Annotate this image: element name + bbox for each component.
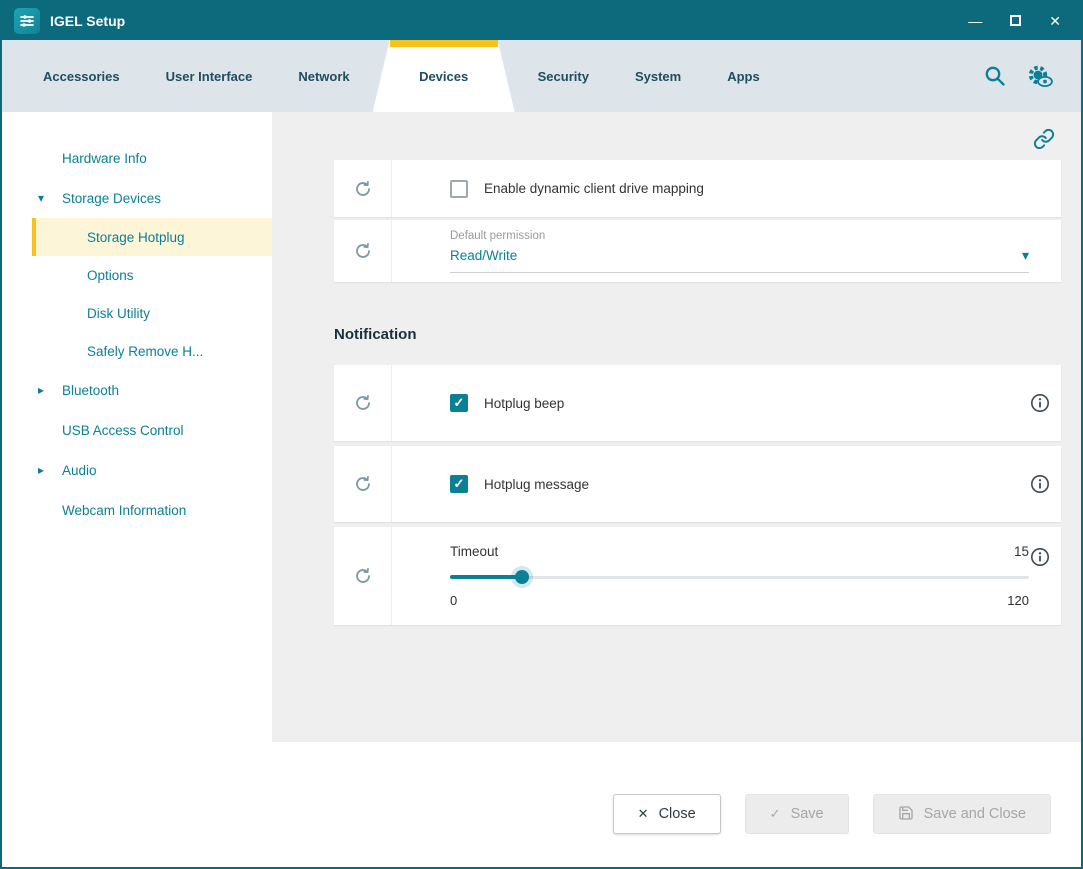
check-icon: ✓ xyxy=(454,395,465,411)
slider-fill xyxy=(450,575,522,579)
check-icon: ✓ xyxy=(770,806,781,822)
info-icon[interactable] xyxy=(1030,393,1050,413)
tab-user-interface[interactable]: User Interface xyxy=(143,40,276,112)
sidebar-item-label: USB Access Control xyxy=(62,423,184,438)
hotplug-message-label: Hotplug message xyxy=(484,477,589,492)
default-permission-value: Read/Write xyxy=(450,248,517,263)
hotplug-beep-checkbox[interactable]: ✓ xyxy=(450,394,468,412)
sidebar-item-webcam-information[interactable]: Webcam Information xyxy=(2,490,272,530)
tab-apps[interactable]: Apps xyxy=(704,40,783,112)
save-button-label: Save xyxy=(791,806,824,822)
tab-label: Network xyxy=(298,69,349,84)
tab-system[interactable]: System xyxy=(612,40,704,112)
igel-logo-icon xyxy=(14,8,40,34)
sidebar-navigation: Hardware Info ▾ Storage Devices Storage … xyxy=(2,112,272,867)
reset-parameter-button[interactable] xyxy=(334,365,392,441)
close-window-button[interactable]: ✕ xyxy=(1049,14,1061,28)
chevron-down-icon: ▾ xyxy=(1022,247,1029,264)
tab-bar: Accessories User Interface Network Devic… xyxy=(2,40,1081,112)
reset-parameter-button[interactable] xyxy=(334,160,392,217)
sidebar-item-usb-access-control[interactable]: USB Access Control xyxy=(2,410,272,450)
default-permission-row: Default permission Read/Write ▾ xyxy=(334,220,1061,282)
tab-security[interactable]: Security xyxy=(515,40,612,112)
search-icon[interactable] xyxy=(983,64,1007,88)
save-and-close-button-label: Save and Close xyxy=(924,806,1026,822)
hotplug-message-checkbox[interactable]: ✓ xyxy=(450,475,468,493)
sidebar-item-disk-utility[interactable]: Disk Utility xyxy=(2,294,272,332)
close-button[interactable]: ✕ Close xyxy=(613,794,721,834)
tab-network[interactable]: Network xyxy=(275,40,372,112)
sidebar-item-audio[interactable]: ▸ Audio xyxy=(2,450,272,490)
hotplug-message-row: ✓ Hotplug message xyxy=(334,446,1061,522)
tab-label: Accessories xyxy=(43,69,120,84)
sidebar-item-label: Disk Utility xyxy=(87,306,150,321)
slider-thumb[interactable] xyxy=(515,570,529,584)
tab-label: Security xyxy=(538,69,589,84)
window-controls: — ✕ xyxy=(968,14,1069,28)
sidebar-item-storage-hotplug[interactable]: Storage Hotplug xyxy=(32,218,272,256)
hotplug-beep-label: Hotplug beep xyxy=(484,396,564,411)
sidebar-item-label: Storage Devices xyxy=(62,191,161,206)
sidebar-item-label: Storage Hotplug xyxy=(87,230,185,245)
chevron-right-icon[interactable]: ▸ xyxy=(38,383,44,397)
close-button-label: Close xyxy=(659,806,696,822)
reset-parameter-button[interactable] xyxy=(334,220,392,282)
maximize-icon xyxy=(1010,15,1021,26)
sidebar-item-label: Audio xyxy=(62,463,97,478)
drive-mapping-row: Enable dynamic client drive mapping xyxy=(334,160,1061,217)
chevron-down-icon[interactable]: ▾ xyxy=(38,191,44,205)
default-permission-select[interactable]: Read/Write ▾ xyxy=(450,247,1029,273)
igel-setup-window: IGEL Setup — ✕ Accessories User Interfac… xyxy=(0,0,1083,869)
sidebar-item-label: Hardware Info xyxy=(62,151,147,166)
default-permission-label: Default permission xyxy=(450,230,1029,242)
timeout-value: 15 xyxy=(1014,544,1029,559)
footer-bar: ✕ Close ✓ Save Save and Close xyxy=(272,742,1081,867)
sidebar-item-storage-devices[interactable]: ▾ Storage Devices xyxy=(2,178,272,218)
timeout-row: Timeout 15 0 120 xyxy=(334,527,1061,625)
tab-label: Apps xyxy=(727,69,760,84)
save-button[interactable]: ✓ Save xyxy=(745,794,849,834)
tab-label: System xyxy=(635,69,681,84)
minimize-button[interactable]: — xyxy=(968,14,982,28)
info-icon[interactable] xyxy=(1030,474,1050,494)
floppy-disk-icon xyxy=(898,805,914,824)
notification-section-title: Notification xyxy=(334,326,1081,343)
reset-parameter-button[interactable] xyxy=(334,527,392,625)
sidebar-item-safely-remove[interactable]: Safely Remove H... xyxy=(2,332,272,370)
tab-label: User Interface xyxy=(166,69,253,84)
link-icon[interactable] xyxy=(1033,128,1055,156)
sidebar-item-label: Bluetooth xyxy=(62,383,119,398)
tabbar-icons xyxy=(983,40,1081,112)
hotplug-beep-row: ✓ Hotplug beep xyxy=(334,365,1061,441)
sidebar-item-bluetooth[interactable]: ▸ Bluetooth xyxy=(2,370,272,410)
save-and-close-button[interactable]: Save and Close xyxy=(873,794,1051,834)
drive-mapping-checkbox[interactable] xyxy=(450,180,468,198)
timeout-slider[interactable] xyxy=(450,570,1029,584)
sidebar-item-label: Options xyxy=(87,268,134,283)
info-icon[interactable] xyxy=(1030,547,1050,567)
tab-accessories[interactable]: Accessories xyxy=(20,40,143,112)
window-body: Hardware Info ▾ Storage Devices Storage … xyxy=(2,112,1081,867)
sidebar-item-options[interactable]: Options xyxy=(2,256,272,294)
titlebar: IGEL Setup — ✕ xyxy=(2,2,1081,40)
drive-mapping-label: Enable dynamic client drive mapping xyxy=(484,181,704,196)
sidebar-item-label: Safely Remove H... xyxy=(87,344,203,359)
close-x-icon: ✕ xyxy=(638,806,649,822)
tab-label: Devices xyxy=(419,69,468,84)
settings-panel: Enable dynamic client drive mapping xyxy=(272,112,1081,742)
tab-devices[interactable]: Devices xyxy=(373,40,515,112)
gear-eye-icon[interactable] xyxy=(1027,64,1053,88)
window-title: IGEL Setup xyxy=(50,13,125,29)
timeout-max: 120 xyxy=(1007,593,1029,608)
reset-parameter-button[interactable] xyxy=(334,446,392,522)
check-icon: ✓ xyxy=(454,476,465,492)
sidebar-item-label: Webcam Information xyxy=(62,503,186,518)
sidebar-item-hardware-info[interactable]: Hardware Info xyxy=(2,138,272,178)
timeout-min: 0 xyxy=(450,593,457,608)
slider-track[interactable] xyxy=(450,576,1029,579)
chevron-right-icon[interactable]: ▸ xyxy=(38,463,44,477)
content-column: Enable dynamic client drive mapping xyxy=(272,112,1081,867)
timeout-label: Timeout xyxy=(450,544,498,559)
maximize-button[interactable] xyxy=(1010,14,1021,28)
